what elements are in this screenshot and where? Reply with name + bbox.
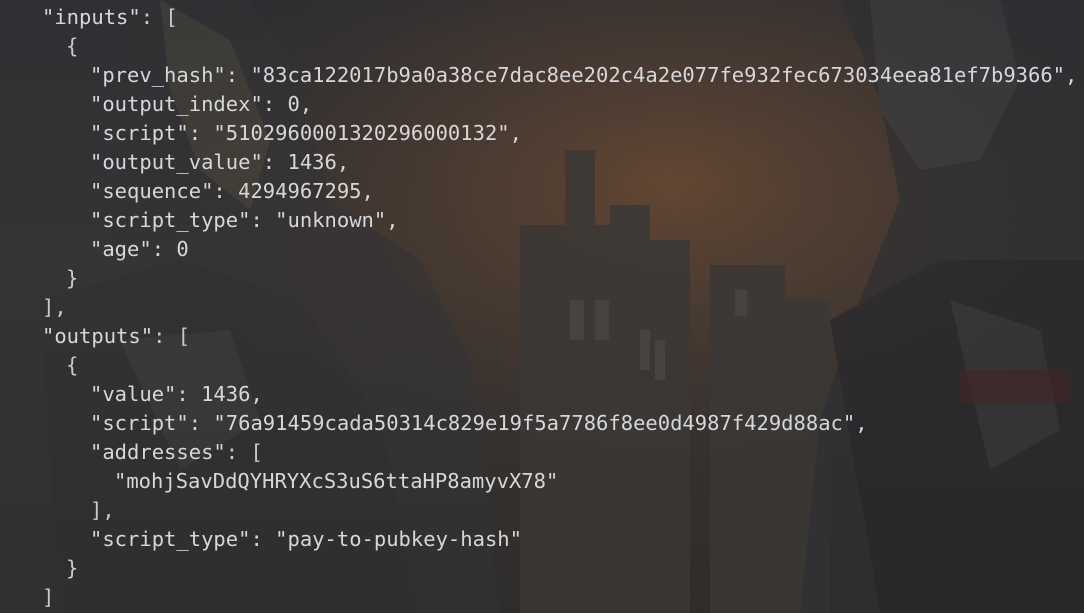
json-line: "inputs": [ (42, 3, 178, 31)
json-output: "inputs": [ { "prev_hash": "83ca122017b9… (0, 0, 1084, 613)
terminal-window: "inputs": [ { "prev_hash": "83ca122017b9… (0, 0, 1084, 613)
json-line: "output_value": 1436, (90, 148, 349, 176)
json-value: : [ (225, 440, 263, 464)
json-value: : [ (153, 324, 191, 348)
json-key: "inputs" (42, 5, 141, 29)
json-value: : "pay-to-pubkey-hash" (250, 527, 522, 551)
json-line: "script_type": "unknown", (90, 206, 399, 234)
json-value: : "83ca122017b9a0a38ce7dac8ee202c4a2e077… (225, 63, 1078, 87)
json-value: : 1436, (176, 382, 263, 406)
json-line: "output_index": 0, (90, 90, 312, 118)
json-key: "script_type" (90, 527, 251, 551)
json-value: "mohjSavDdQYHRYXcS3uS6ttaHP8amyvX78" (114, 469, 559, 493)
json-punct: { (66, 353, 79, 377)
json-value: : "76a91459cada50314c829e19f5a7786f8ee0d… (188, 411, 868, 435)
json-key: "sequence" (90, 179, 214, 203)
json-line: "sequence": 4294967295, (90, 177, 374, 205)
json-punct: ], (90, 498, 115, 522)
json-line: } (66, 264, 78, 292)
json-line: ] (42, 583, 54, 611)
json-punct: } (66, 266, 79, 290)
json-line: "script": "76a91459cada50314c829e19f5a77… (90, 409, 868, 437)
json-line: "prev_hash": "83ca122017b9a0a38ce7dac8ee… (90, 61, 1077, 89)
json-key: "addresses" (90, 440, 226, 464)
json-line: ], (90, 496, 115, 524)
json-line: } (66, 554, 78, 582)
json-value: : 0, (262, 92, 313, 116)
json-key: "output_index" (90, 92, 263, 116)
json-value: : [ (140, 5, 178, 29)
json-punct: { (66, 34, 79, 58)
json-key: "script" (90, 411, 189, 435)
json-punct: ], (42, 295, 67, 319)
json-line: "value": 1436, (90, 380, 263, 408)
json-key: "script_type" (90, 208, 251, 232)
json-value: : "5102960001320296000132", (188, 121, 522, 145)
json-line: "script_type": "pay-to-pubkey-hash" (90, 525, 522, 553)
json-key: "outputs" (42, 324, 154, 348)
json-line: ], (42, 293, 67, 321)
json-value: : 0 (151, 237, 189, 261)
json-key: "value" (90, 382, 177, 406)
json-punct: ] (42, 585, 55, 609)
json-line: "script": "5102960001320296000132", (90, 119, 522, 147)
json-key: "output_value" (90, 150, 263, 174)
json-line: { (66, 32, 78, 60)
json-key: "prev_hash" (90, 63, 226, 87)
json-line: "outputs": [ (42, 322, 190, 350)
json-key: "age" (90, 237, 152, 261)
json-line: "age": 0 (90, 235, 189, 263)
json-punct: } (66, 556, 79, 580)
json-value: : 4294967295, (213, 179, 374, 203)
json-line: { (66, 351, 78, 379)
json-key: "script" (90, 121, 189, 145)
json-line: "mohjSavDdQYHRYXcS3uS6ttaHP8amyvX78" (114, 467, 558, 495)
json-value: : "unknown", (250, 208, 399, 232)
json-line: "addresses": [ (90, 438, 263, 466)
json-value: : 1436, (262, 150, 350, 174)
